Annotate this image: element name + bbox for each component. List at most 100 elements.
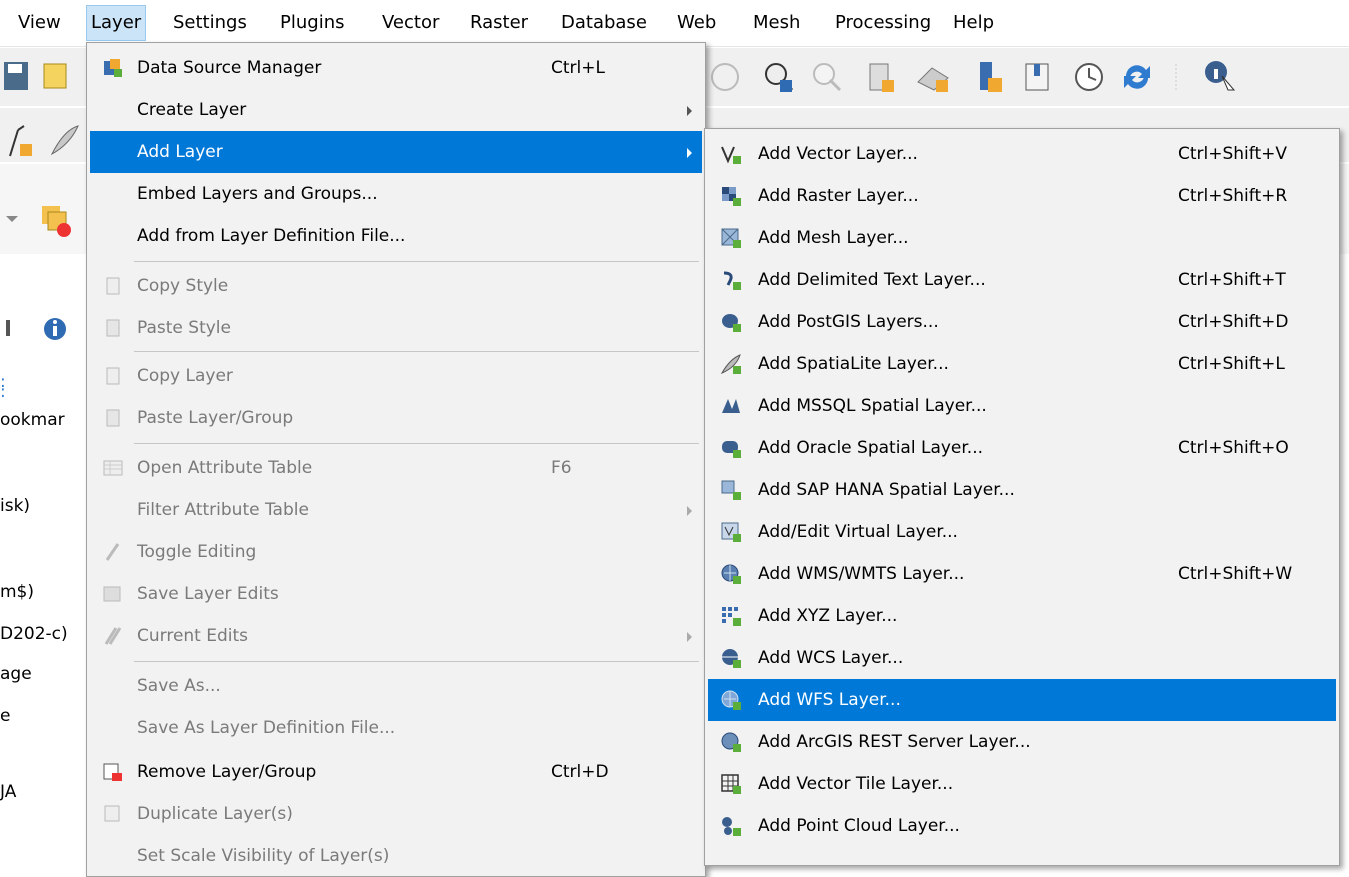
virtual-layer-icon xyxy=(721,522,741,542)
menu-item-open-attribute-table[interactable]: Open Attribute Table F6 xyxy=(90,447,702,489)
submenu-item-add-wms-layer[interactable]: Add WMS/WMTS Layer... Ctrl+Shift+W xyxy=(708,553,1336,595)
submenu-item-add-point-cloud-layer[interactable]: Add Point Cloud Layer... xyxy=(708,805,1336,847)
menu-vector[interactable]: Vector xyxy=(378,6,443,40)
zoom-native-icon[interactable] xyxy=(706,58,744,96)
layer-menu: Data Source Manager Ctrl+L Create Layer … xyxy=(86,42,706,877)
menu-mesh[interactable]: Mesh xyxy=(749,6,804,40)
submenu-item-add-mesh-layer[interactable]: Add Mesh Layer... xyxy=(708,217,1336,259)
menu-item-add-from-definition[interactable]: Add from Layer Definition File... xyxy=(90,215,702,257)
layer-notes-icon[interactable] xyxy=(970,58,1008,96)
menu-item-toggle-editing[interactable]: Toggle Editing xyxy=(90,531,702,573)
browser-item[interactable]: isk) xyxy=(0,496,30,516)
data-source-manager-icon xyxy=(104,59,122,77)
browser-item[interactable]: m$) xyxy=(0,582,34,602)
delimited-text-icon xyxy=(723,271,741,290)
identify-features-icon[interactable] xyxy=(1200,56,1238,94)
oracle-icon xyxy=(722,441,741,458)
submenu-item-add-xyz-layer[interactable]: Add XYZ Layer... xyxy=(708,595,1336,637)
duplicate-layer-icon xyxy=(104,805,120,822)
menu-processing[interactable]: Processing xyxy=(831,6,935,40)
vector-tile-icon xyxy=(721,774,741,794)
menu-plugins[interactable]: Plugins xyxy=(276,6,348,40)
toolbar-separator xyxy=(1175,64,1177,90)
zoom-last-icon[interactable] xyxy=(760,58,798,96)
xyz-icon xyxy=(722,607,741,626)
menu-separator xyxy=(134,261,699,262)
submenu-item-add-wfs-layer[interactable]: Add WFS Layer... xyxy=(708,679,1336,721)
menu-separator xyxy=(134,443,699,444)
vector-layer-icon xyxy=(721,146,741,164)
spatialite-feather-icon[interactable] xyxy=(44,122,82,160)
collapse-icon[interactable] xyxy=(0,310,26,348)
wms-icon xyxy=(721,564,741,584)
menu-item-paste-layer[interactable]: Paste Layer/Group xyxy=(90,397,702,439)
menu-help[interactable]: Help xyxy=(949,6,998,40)
info-icon[interactable] xyxy=(36,310,74,348)
menu-item-duplicate-layer[interactable]: Duplicate Layer(s) xyxy=(90,793,702,835)
save-project-icon[interactable] xyxy=(0,58,38,96)
menu-item-current-edits[interactable]: Current Edits xyxy=(90,615,702,657)
submenu-item-add-mssql-layer[interactable]: Add MSSQL Spatial Layer... xyxy=(708,385,1336,427)
submenu-item-add-postgis-layers[interactable]: Add PostGIS Layers... Ctrl+Shift+D xyxy=(708,301,1336,343)
menu-item-create-layer[interactable]: Create Layer xyxy=(90,89,702,131)
menu-item-add-layer[interactable]: Add Layer xyxy=(90,131,702,173)
submenu-arrow-icon xyxy=(687,148,692,158)
mssql-icon xyxy=(722,399,740,413)
menu-settings[interactable]: Settings xyxy=(169,6,251,40)
submenu-item-add-sap-hana-layer[interactable]: Add SAP HANA Spatial Layer... xyxy=(708,469,1336,511)
menu-item-filter-attribute-table[interactable]: Filter Attribute Table xyxy=(90,489,702,531)
browser-item[interactable]: age xyxy=(0,664,32,684)
add-layer-submenu: Add Vector Layer... Ctrl+Shift+V Add Ras… xyxy=(704,128,1340,866)
paste-style-icon xyxy=(106,319,120,337)
wcs-icon xyxy=(722,649,741,668)
menu-raster[interactable]: Raster xyxy=(466,6,532,40)
submenu-arrow-icon xyxy=(687,506,692,516)
browser-item[interactable]: ookmar xyxy=(0,410,65,430)
menu-item-paste-style[interactable]: Paste Style xyxy=(90,307,702,349)
submenu-item-add-arcgis-layer[interactable]: Add ArcGIS REST Server Layer... xyxy=(708,721,1336,763)
browser-item: : xyxy=(0,382,6,402)
temporal-controller-icon[interactable] xyxy=(1070,58,1108,96)
submenu-item-add-virtual-layer[interactable]: Add/Edit Virtual Layer... xyxy=(708,511,1336,553)
menu-view[interactable]: View xyxy=(14,6,65,40)
menu-database[interactable]: Database xyxy=(557,6,651,40)
save-edits-icon xyxy=(103,586,121,602)
menu-web[interactable]: Web xyxy=(673,6,720,40)
menu-item-save-layer-edits[interactable]: Save Layer Edits xyxy=(90,573,702,615)
point-cloud-icon xyxy=(722,817,741,836)
dropdown-arrow-icon[interactable] xyxy=(0,200,22,238)
zoom-next-icon[interactable] xyxy=(808,58,846,96)
new-layout-icon[interactable] xyxy=(914,58,952,96)
submenu-item-add-spatialite-layer[interactable]: Add SpatiaLite Layer... Ctrl+Shift+L xyxy=(708,343,1336,385)
remove-filter-icon[interactable] xyxy=(38,200,76,238)
menu-bar: View Layer Settings Plugins Vector Raste… xyxy=(0,0,1349,47)
submenu-item-add-raster-layer[interactable]: Add Raster Layer... Ctrl+Shift+R xyxy=(708,175,1336,217)
menu-item-save-as-definition[interactable]: Save As Layer Definition File... xyxy=(90,707,702,749)
new-bookmark-icon[interactable] xyxy=(862,58,900,96)
menu-item-data-source-manager[interactable]: Data Source Manager Ctrl+L xyxy=(90,47,702,89)
submenu-item-add-oracle-layer[interactable]: Add Oracle Spatial Layer... Ctrl+Shift+O xyxy=(708,427,1336,469)
submenu-item-add-wcs-layer[interactable]: Add WCS Layer... xyxy=(708,637,1336,679)
copy-style-icon xyxy=(106,277,120,295)
submenu-item-add-delimited-text-layer[interactable]: Add Delimited Text Layer... Ctrl+Shift+T xyxy=(708,259,1336,301)
digitize-icon[interactable] xyxy=(4,122,42,160)
browser-item[interactable]: JA xyxy=(0,782,16,802)
browser-item[interactable]: e xyxy=(0,706,10,726)
submenu-item-add-vector-layer[interactable]: Add Vector Layer... Ctrl+Shift+V xyxy=(708,133,1336,175)
submenu-item-add-vector-tile-layer[interactable]: Add Vector Tile Layer... xyxy=(708,763,1336,805)
menu-item-copy-style[interactable]: Copy Style xyxy=(90,265,702,307)
show-bookmarks-icon[interactable] xyxy=(1020,58,1058,96)
wfs-icon xyxy=(721,690,741,710)
submenu-arrow-icon xyxy=(687,632,692,642)
menu-item-copy-layer[interactable]: Copy Layer xyxy=(90,355,702,397)
menu-item-save-as[interactable]: Save As... xyxy=(90,665,702,707)
menu-item-remove-layer[interactable]: Remove Layer/Group Ctrl+D xyxy=(90,751,702,793)
copy-layer-icon xyxy=(106,367,120,385)
refresh-icon[interactable] xyxy=(1118,58,1156,96)
menu-item-set-scale-visibility[interactable]: Set Scale Visibility of Layer(s) xyxy=(90,835,702,877)
current-edits-icon xyxy=(104,627,122,645)
menu-layer[interactable]: Layer xyxy=(86,5,147,41)
browser-item[interactable]: D202-c) xyxy=(0,624,68,644)
new-print-layout-icon[interactable] xyxy=(38,56,76,94)
menu-item-embed-layers[interactable]: Embed Layers and Groups... xyxy=(90,173,702,215)
